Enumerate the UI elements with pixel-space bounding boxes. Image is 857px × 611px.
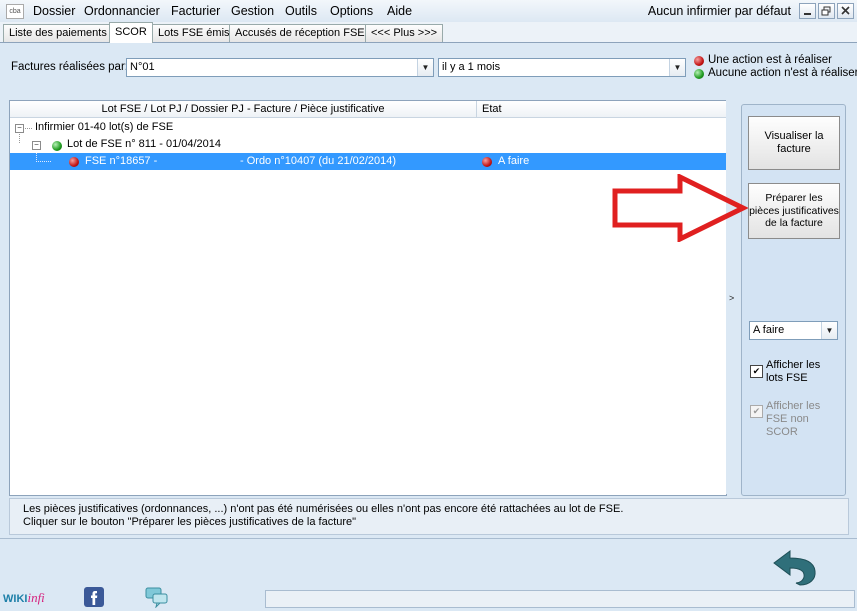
status-bar [265, 590, 855, 608]
author-select-value: N°01 [130, 61, 155, 73]
view-invoice-label: Visualiser la facture [764, 130, 824, 155]
fse-tree[interactable]: Lot FSE / Lot PJ / Dossier PJ - Facture … [9, 100, 727, 496]
show-non-scor-checkbox[interactable]: ✔ [750, 405, 763, 418]
show-non-scor-label: Afficher les FSE non SCOR [766, 400, 821, 438]
tree-fse-row-selected[interactable]: FSE n°18657 - - Ordo n°10407 (du 21/02/2… [10, 153, 726, 170]
tree-root-nurse[interactable]: Infirmier 01-40 lot(s) de FSE [35, 121, 173, 133]
fse-number: FSE n°18657 - [85, 155, 158, 167]
annotation-arrow-icon [612, 174, 748, 242]
restore-icon[interactable] [818, 3, 835, 19]
expand-panel-icon[interactable]: > [729, 293, 734, 303]
green-status-icon [694, 69, 704, 79]
column-header-etat-label: Etat [482, 103, 502, 115]
wiki-infi-logo[interactable]: WIKIinfi [3, 590, 45, 606]
tab-liste-paiements[interactable]: Liste des paiements [3, 24, 113, 42]
filter-label: Factures réalisées par: [11, 61, 128, 73]
tab-plus[interactable]: <<< Plus >>> [365, 24, 444, 42]
red-status-icon [694, 56, 704, 66]
column-header-lot[interactable]: Lot FSE / Lot PJ / Dossier PJ - Facture … [10, 101, 476, 118]
tab-lots-fse-emis[interactable]: Lots FSE émis [152, 24, 236, 42]
author-select[interactable]: N°01 ▼ [126, 58, 434, 77]
menu-aide[interactable]: Aide [385, 3, 414, 19]
legend-action-needed: Une action est à réaliser [708, 54, 833, 66]
ordo-reference: - Ordo n°10407 (du 21/02/2014) [240, 155, 397, 167]
chevron-down-icon[interactable]: ▼ [669, 59, 685, 76]
prepare-documents-label: Préparer les pièces justificatives de la… [749, 192, 839, 230]
menu-dossier[interactable]: Dossier [31, 3, 77, 19]
view-invoice-button[interactable]: Visualiser la facture [748, 116, 840, 170]
column-header-etat[interactable]: Etat [476, 101, 727, 118]
collapse-icon[interactable]: − [32, 141, 41, 150]
app-icon[interactable]: cba [6, 4, 24, 19]
chat-icon[interactable] [145, 586, 169, 608]
show-lots-checkbox[interactable]: ✔ [750, 365, 763, 378]
prepare-documents-button[interactable]: Préparer les pièces justificatives de la… [748, 183, 840, 239]
minimize-icon[interactable] [799, 3, 816, 19]
period-select-value: il y a 1 mois [442, 61, 501, 73]
info-message-line-1: Les pièces justificatives (ordonnances, … [23, 503, 624, 515]
tab-accuses-reception[interactable]: Accusés de réception FSE [229, 24, 371, 42]
tab-bar: Liste des paiements SCOR Lots FSE émis A… [0, 22, 857, 43]
menu-bar: cba Dossier Ordonnancier Facturier Gesti… [0, 0, 857, 23]
menu-gestion[interactable]: Gestion [229, 3, 276, 19]
state-filter-value: A faire [753, 324, 785, 336]
red-status-icon [482, 157, 492, 167]
default-nurse-status: Aucun infirmier par défaut [647, 4, 791, 18]
show-lots-label: Afficher les lots FSE [766, 359, 821, 384]
facebook-icon[interactable] [84, 587, 104, 607]
legend-no-action: Aucune action n'est à réaliser [708, 67, 857, 79]
info-message-line-2: Cliquer sur le bouton "Préparer les pièc… [23, 516, 357, 528]
menu-ordonnancier[interactable]: Ordonnancier [82, 3, 162, 19]
chevron-down-icon[interactable]: ▼ [821, 322, 837, 339]
menu-outils[interactable]: Outils [283, 3, 319, 19]
menu-options[interactable]: Options [328, 3, 375, 19]
chevron-down-icon[interactable]: ▼ [417, 59, 433, 76]
red-status-icon [69, 157, 79, 167]
tree-lot-item[interactable]: Lot de FSE n° 811 - 01/04/2014 [67, 138, 221, 150]
period-select[interactable]: il y a 1 mois ▼ [438, 58, 686, 77]
state-filter-select[interactable]: A faire ▼ [749, 321, 838, 340]
close-icon[interactable] [837, 3, 854, 19]
collapse-icon[interactable]: − [15, 124, 24, 133]
green-status-icon [52, 141, 62, 151]
back-arrow-icon[interactable] [770, 545, 820, 587]
tab-scor[interactable]: SCOR [109, 22, 153, 43]
menu-facturier[interactable]: Facturier [169, 3, 222, 19]
fse-state: A faire [498, 155, 530, 167]
